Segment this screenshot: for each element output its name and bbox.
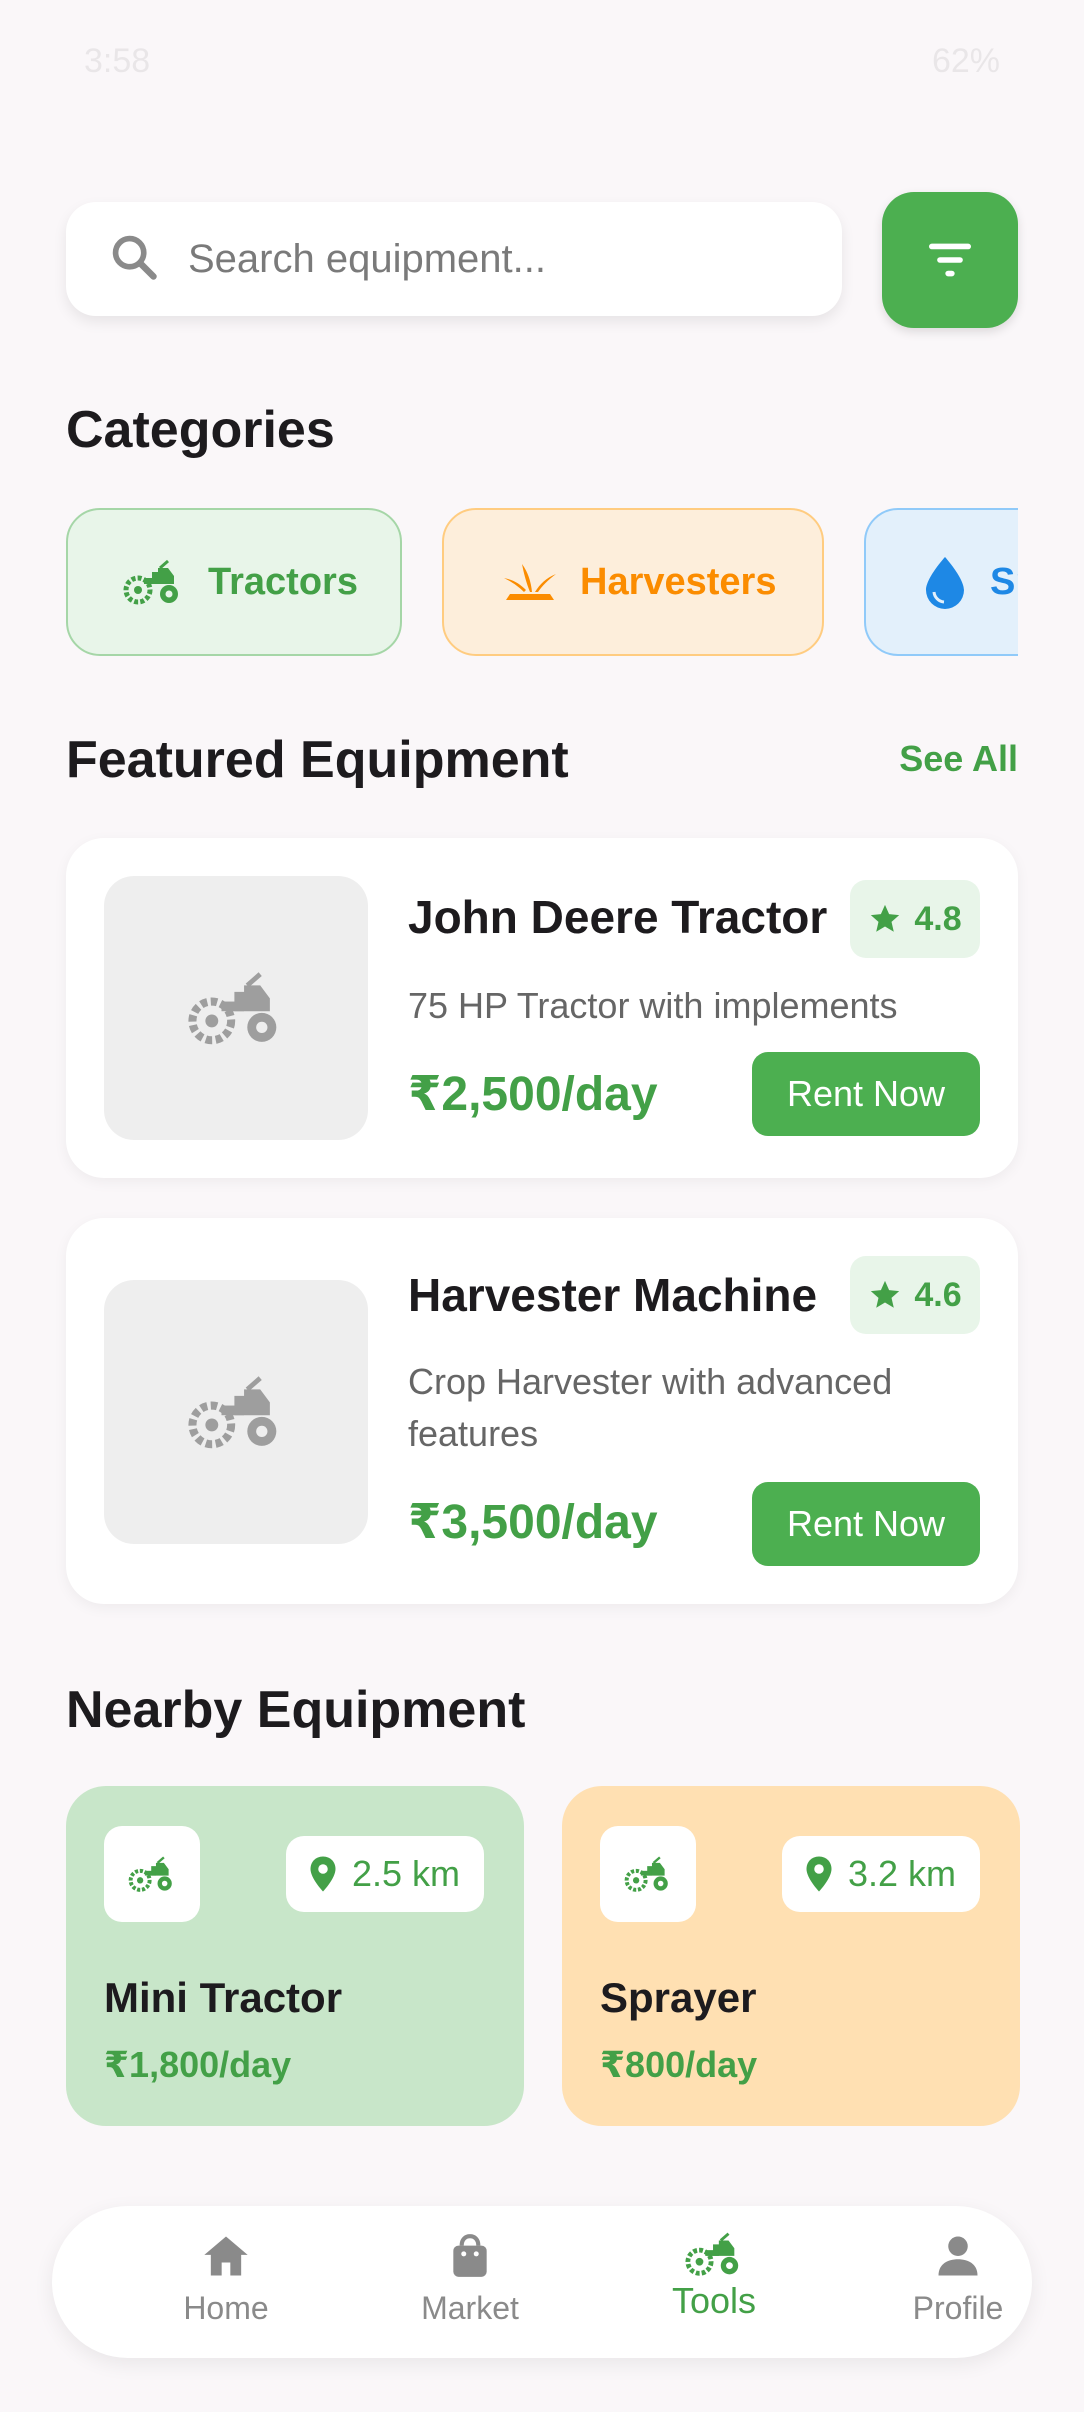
distance-badge: 3.2 km	[781, 1836, 980, 1912]
equipment-icon-box	[104, 1826, 200, 1922]
nearby-equipment-price: ₹1,800/day	[104, 2044, 292, 2085]
distance-badge: 2.5 km	[285, 1836, 484, 1912]
categories-heading: Categories	[66, 401, 335, 459]
equipment-title: Harvester Machine	[408, 1269, 818, 1321]
location-pin-icon	[310, 1856, 336, 1892]
nearby-heading: Nearby Equipment	[66, 1681, 526, 1739]
rating-value: 4.8	[914, 899, 962, 938]
star-icon	[871, 904, 900, 932]
equipment-icon-box	[600, 1826, 696, 1922]
equipment-description: Crop Harvester with advanced features	[408, 1361, 893, 1454]
equipment-image-placeholder	[104, 1280, 368, 1544]
featured-heading: Featured Equipment	[66, 731, 569, 789]
location-pin-icon	[806, 1856, 832, 1892]
nav-tools[interactable]: Tools	[614, 2206, 814, 2358]
water-drop-icon	[926, 557, 964, 609]
home-icon	[204, 2236, 248, 2276]
rent-now-button[interactable]: Rent Now	[752, 1052, 980, 1136]
nearby-card-mini-tractor[interactable]: 2.5 km Mini Tractor ₹1,800/day	[66, 1786, 524, 2126]
rating-badge: 4.6	[850, 1256, 980, 1334]
equipment-image-placeholder	[104, 876, 368, 1140]
categories-row: Tractors Harvesters Sprayers	[66, 508, 1018, 656]
harvest-icon	[504, 564, 556, 600]
category-label-tractors: Tractors	[208, 560, 358, 603]
nav-profile[interactable]: Profile	[858, 2206, 1058, 2358]
nav-home[interactable]: Home	[126, 2206, 326, 2358]
see-all-link[interactable]: See All	[899, 738, 1018, 780]
tractor-icon	[624, 1856, 668, 1892]
rating-badge: 4.8	[850, 880, 980, 958]
rent-now-button[interactable]: Rent Now	[752, 1482, 980, 1566]
filter-icon	[929, 243, 971, 277]
status-bar: 3:58 62%	[84, 36, 1000, 86]
nearby-card-sprayer[interactable]: 3.2 km Sprayer ₹800/day	[562, 1786, 1020, 2126]
shopping-bag-icon	[453, 2234, 487, 2277]
equipment-price: ₹2,500/day	[408, 1068, 658, 1121]
tractor-icon	[188, 972, 277, 1045]
distance-value: 3.2 km	[847, 1853, 956, 1894]
rating-value: 4.6	[914, 1275, 962, 1314]
nav-label-profile: Profile	[912, 2290, 1004, 2326]
filter-button[interactable]	[882, 192, 1018, 328]
category-tractors[interactable]: Tractors	[66, 508, 402, 656]
nav-label-tools: Tools	[671, 2280, 757, 2321]
equipment-price: ₹3,500/day	[408, 1496, 658, 1549]
equipment-description: 75 HP Tractor with implements	[408, 985, 898, 1026]
nearby-equipment-title: Mini Tractor	[104, 1974, 343, 2021]
star-icon	[871, 1280, 900, 1308]
tractor-icon	[685, 2232, 739, 2276]
bottom-navigation: Home Market Tools Profile	[52, 2206, 1032, 2358]
status-battery: 62%	[931, 41, 1000, 80]
category-label-sprayers: Sprayers	[990, 560, 1018, 603]
category-sprayers[interactable]: Sprayers	[864, 508, 1018, 656]
equipment-rental-screen: 3:58 62% Categories Tractor	[0, 0, 1084, 2412]
nav-label-home: Home	[183, 2290, 269, 2326]
category-label-harvesters: Harvesters	[580, 560, 777, 603]
person-icon	[938, 2236, 978, 2276]
featured-card-john-deere[interactable]: John Deere Tractor 4.8 75 HP Tractor wit…	[66, 838, 1018, 1178]
nearby-equipment-price: ₹800/day	[600, 2044, 758, 2085]
search-icon	[108, 231, 160, 288]
search-input[interactable]	[188, 236, 788, 282]
category-harvesters[interactable]: Harvesters	[442, 508, 824, 656]
equipment-title: John Deere Tractor	[408, 891, 828, 943]
tractor-icon	[123, 559, 178, 605]
tractor-icon	[188, 1376, 277, 1449]
distance-value: 2.5 km	[351, 1853, 460, 1894]
nav-label-market: Market	[421, 2290, 519, 2326]
tractor-icon	[128, 1856, 172, 1892]
nav-market[interactable]: Market	[370, 2206, 570, 2358]
nearby-equipment-title: Sprayer	[600, 1974, 757, 2021]
search-bar[interactable]	[66, 202, 842, 316]
status-time: 3:58	[84, 41, 151, 80]
featured-card-harvester[interactable]: Harvester Machine 4.6 Crop Harvester wit…	[66, 1218, 1018, 1604]
